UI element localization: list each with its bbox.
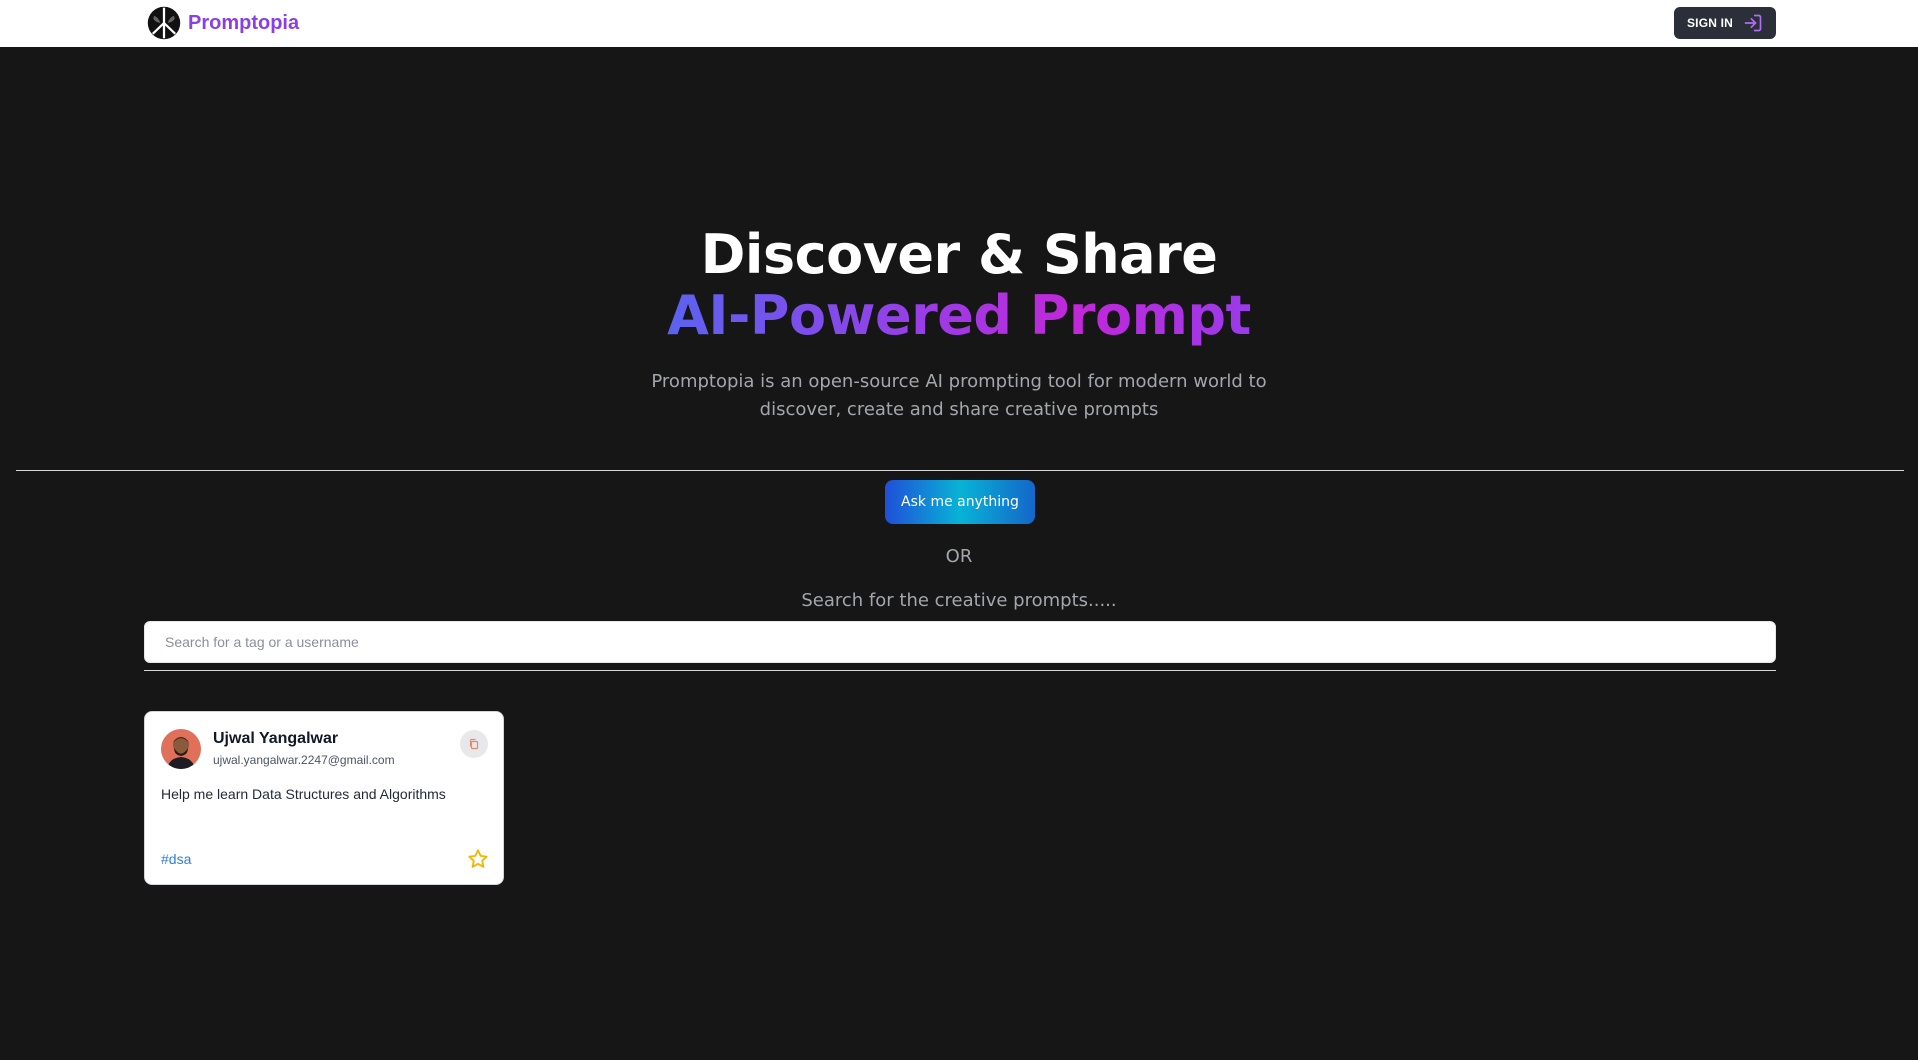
hero-title-line1: Discover & Share xyxy=(700,223,1218,286)
prompt-author-name[interactable]: Ujwal Yangalwar xyxy=(213,730,338,748)
user-avatar-icon xyxy=(161,729,201,769)
copy-prompt-button[interactable] xyxy=(460,730,488,758)
sign-in-button[interactable]: SIGN IN xyxy=(1674,7,1776,39)
prompt-text: Help me learn Data Structures and Algori… xyxy=(161,786,446,802)
sign-in-arrow-icon xyxy=(1744,14,1762,32)
search-caption: Search for the creative prompts..... xyxy=(801,590,1117,611)
avatar[interactable] xyxy=(161,729,201,769)
prompt-author-email: ujwal.yangalwar.2247@gmail.com xyxy=(213,753,395,767)
brand-link[interactable]: Promptopia xyxy=(146,5,299,41)
prompt-tag[interactable]: #dsa xyxy=(161,851,191,867)
search-input[interactable] xyxy=(144,621,1776,663)
divider xyxy=(144,670,1776,671)
divider xyxy=(16,470,1904,471)
brand-name: Promptopia xyxy=(188,11,300,34)
copy-icon xyxy=(469,738,479,750)
prompt-card: Ujwal Yangalwar ujwal.yangalwar.2247@gma… xyxy=(144,711,504,885)
hero-subtitle: Promptopia is an open-source AI promptin… xyxy=(651,371,1267,420)
or-separator: OR xyxy=(945,546,973,567)
hero-title-line2: AI-Powered Prompt xyxy=(667,284,1251,347)
ask-me-anything-button[interactable]: Ask me anything xyxy=(885,480,1035,524)
star-outline-icon xyxy=(468,849,488,868)
peace-leaf-logo-icon xyxy=(147,6,181,40)
navbar: Promptopia SIGN IN xyxy=(0,0,1918,47)
favorite-button[interactable] xyxy=(467,848,489,870)
sign-in-label: SIGN IN xyxy=(1686,16,1734,30)
hero-heading: Discover & Share AI-Powered Prompt xyxy=(0,225,1918,347)
